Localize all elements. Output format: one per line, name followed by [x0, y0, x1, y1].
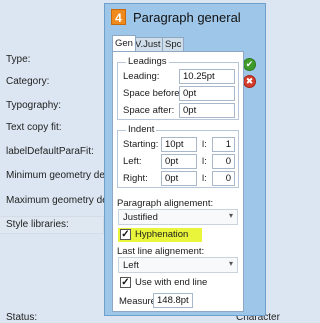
tab-vjust[interactable]: V.Just	[132, 37, 164, 52]
dialog-titlebar[interactable]: 4 Paragraph general	[105, 4, 265, 31]
paragraph-general-dialog: 4 Paragraph general ✔ ✖ V.Just Spc Gen L…	[104, 3, 266, 316]
hyphenation-label: Hyphenation	[135, 229, 189, 240]
leading-label: Leading:	[123, 71, 160, 82]
starting-label: Starting:	[123, 139, 159, 150]
cancel-button[interactable]: ✖	[243, 75, 256, 88]
label-default-para-fit-label: labelDefaultParaFit:	[6, 146, 94, 157]
text-copy-fit-label: Text copy fit:	[6, 122, 62, 133]
check-icon: ✔	[245, 59, 254, 69]
space-before-label: Space before:	[123, 88, 183, 99]
app-logo-icon: 4	[111, 9, 126, 25]
paragraph-alignment-select[interactable]: Justified ▾	[118, 209, 238, 225]
left-lines-input[interactable]	[212, 154, 235, 169]
indent-group-title: Indent	[126, 124, 157, 135]
tab-spc[interactable]: Spc	[162, 37, 185, 52]
space-before-input[interactable]	[179, 86, 235, 101]
last-line-alignment-value: Left	[123, 260, 139, 271]
close-icon: ✖	[245, 76, 254, 86]
status-label: Status:	[6, 312, 38, 323]
starting-input[interactable]	[161, 137, 197, 152]
maximum-geometry-label: Maximum geometry de	[6, 195, 108, 206]
use-with-end-line-row[interactable]: ✓ Use with end line	[118, 276, 228, 290]
space-after-input[interactable]	[179, 103, 235, 118]
paragraph-alignment-value: Justified	[123, 212, 158, 223]
use-with-end-line-checkbox[interactable]: ✓	[120, 277, 131, 288]
ok-button[interactable]: ✔	[243, 58, 256, 71]
right-lines-label: l:	[202, 173, 207, 184]
last-line-alignment-label: Last line alignement:	[117, 246, 205, 257]
left-lines-label: l:	[202, 156, 207, 167]
tab-gen[interactable]: Gen	[112, 35, 136, 52]
starting-lines-label: l:	[202, 139, 207, 150]
category-label: Category:	[6, 76, 50, 87]
dialog-title: Paragraph general	[133, 10, 241, 25]
chevron-down-icon: ▾	[228, 211, 233, 220]
last-line-alignment-select[interactable]: Left ▾	[118, 257, 238, 273]
tab-content-gen: Leadings Leading: Space before: Space af…	[112, 51, 244, 312]
leadings-group-title: Leadings	[126, 56, 169, 67]
starting-lines-input[interactable]	[212, 137, 235, 152]
leadings-group: Leadings Leading: Space before: Space af…	[117, 56, 239, 120]
leading-input[interactable]	[179, 69, 235, 84]
use-with-end-line-label: Use with end line	[135, 277, 208, 288]
hyphenation-row[interactable]: ✓ Hyphenation	[118, 228, 202, 242]
indent-group: Indent Starting: l: Left: l: Right: l:	[117, 124, 239, 188]
type-label: Type:	[6, 54, 31, 65]
space-after-label: Space after:	[123, 105, 175, 116]
right-input[interactable]	[161, 171, 197, 186]
measure-input[interactable]	[153, 293, 193, 308]
paragraph-alignment-label: Paragraph alignement:	[117, 198, 214, 209]
left-input[interactable]	[161, 154, 197, 169]
left-label: Left:	[123, 156, 142, 167]
minimum-geometry-label: Minimum geometry de	[6, 170, 105, 181]
typography-label: Typography:	[6, 100, 62, 111]
right-lines-input[interactable]	[212, 171, 235, 186]
style-libraries-label: Style libraries:	[6, 219, 69, 230]
right-label: Right:	[123, 173, 148, 184]
chevron-down-icon: ▾	[228, 259, 233, 268]
hyphenation-checkbox[interactable]: ✓	[120, 229, 131, 240]
